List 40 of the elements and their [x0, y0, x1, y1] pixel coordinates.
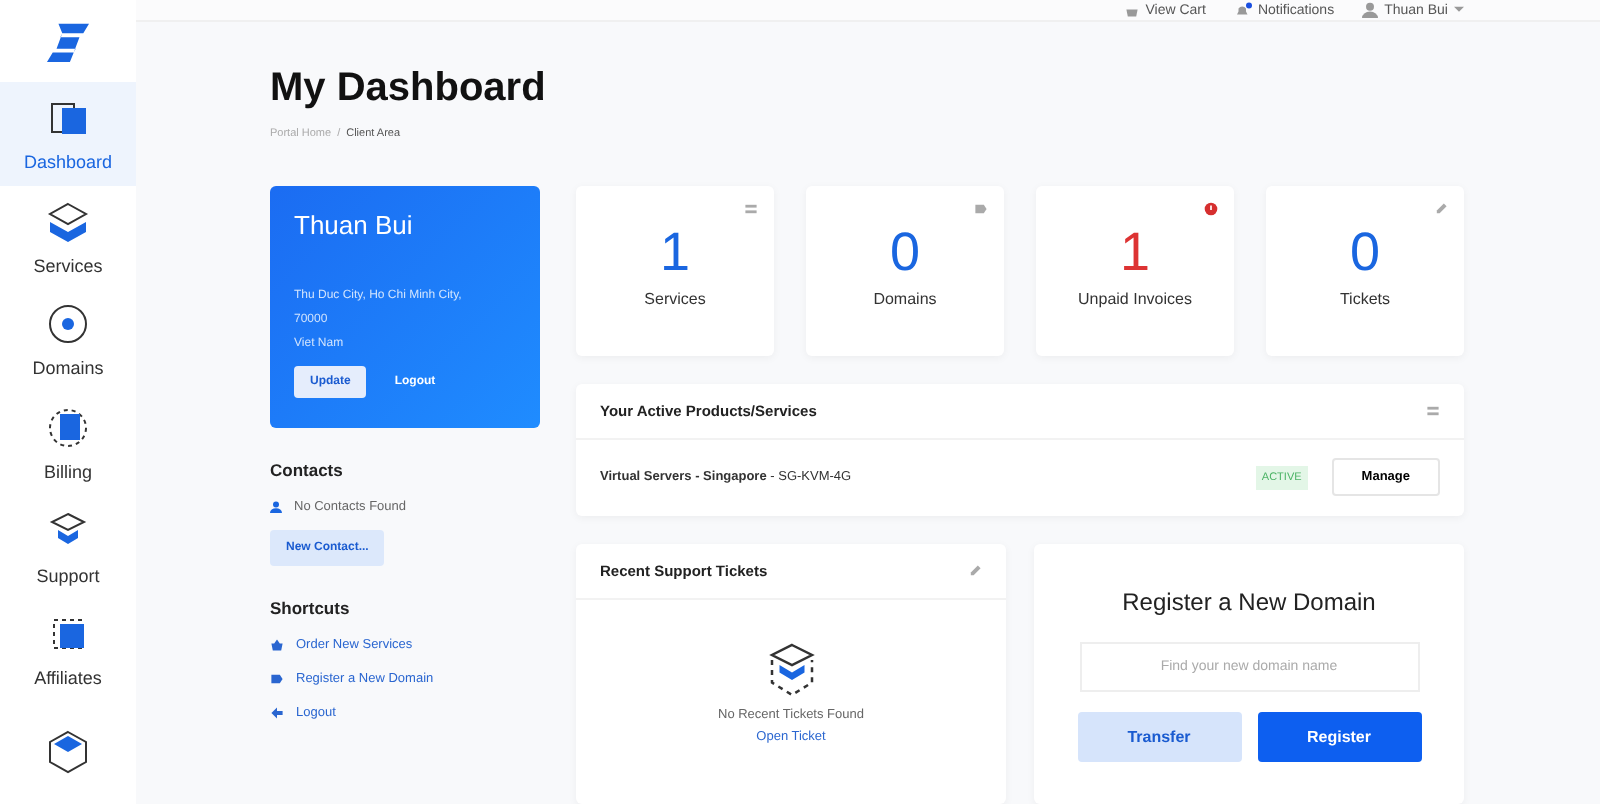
- stat-label: Tickets: [1339, 290, 1391, 308]
- alert-icon: [1204, 202, 1218, 216]
- sidebar-item[interactable]: Domains: [0, 288, 136, 392]
- domains-icon: [44, 300, 92, 349]
- tag-icon: [974, 202, 988, 216]
- back-arrow-icon: [270, 706, 284, 720]
- server-icon: [744, 202, 758, 216]
- sidebar-item[interactable]: Dashboard: [0, 81, 136, 185]
- server-icon: [1426, 404, 1440, 418]
- logo-icon[interactable]: [42, 20, 94, 66]
- panel-title: Register a New Domain: [1122, 588, 1376, 616]
- stat-value: 0: [1349, 222, 1381, 284]
- profile-name: Thuan Bui: [294, 210, 415, 240]
- user-icon: [1362, 2, 1379, 18]
- stat-card[interactable]: 0 Domains: [806, 186, 1004, 356]
- stat-card[interactable]: 1 Services: [576, 186, 774, 356]
- user-icon: [270, 500, 282, 514]
- stat-label: Domains: [873, 290, 937, 308]
- stat-card[interactable]: 1 Unpaid Invoices: [1036, 186, 1234, 356]
- stat-value: 1: [659, 222, 691, 284]
- cube-icon: [44, 728, 92, 777]
- basket-icon: [270, 638, 284, 652]
- stat-value: 0: [889, 222, 921, 284]
- stat-value: 1: [1119, 222, 1151, 284]
- stat-card[interactable]: 0 Tickets: [1266, 186, 1464, 356]
- tag-icon: [270, 672, 284, 686]
- sidebar-item[interactable]: Services: [0, 185, 136, 289]
- page-title: My Dashboard: [270, 66, 548, 112]
- stat-label: Services: [644, 290, 706, 308]
- sidebar-item[interactable]: Support: [0, 494, 136, 598]
- sidebar-item[interactable]: Billing: [0, 391, 136, 495]
- transfer-button[interactable]: Transfer: [1077, 712, 1241, 762]
- stat-label: Unpaid Invoices: [1078, 290, 1192, 308]
- billing-icon: [44, 403, 92, 452]
- caret-icon: [1454, 6, 1464, 14]
- services-icon: [44, 197, 92, 246]
- contacts-heading: Contacts: [270, 460, 345, 480]
- register-button[interactable]: Register: [1257, 712, 1421, 762]
- shortcuts-heading: Shortcuts: [270, 598, 352, 618]
- sidebar-item[interactable]: Affiliates: [0, 597, 136, 701]
